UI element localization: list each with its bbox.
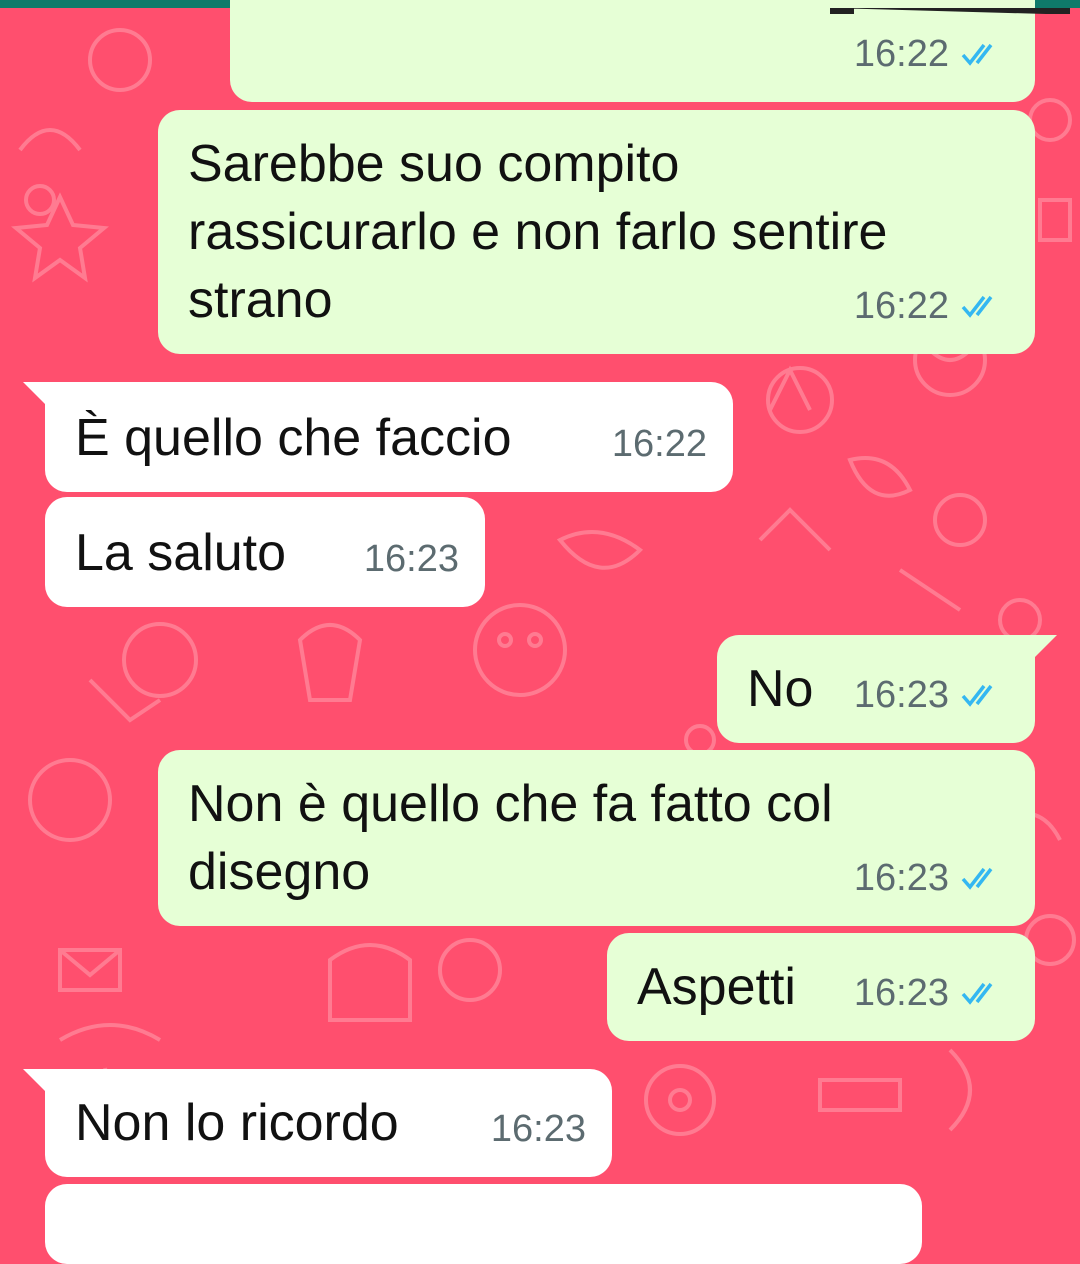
- message-meta: 16:23: [364, 525, 459, 593]
- message-bubble-incoming[interactable]: [45, 1184, 922, 1264]
- message-text: No: [747, 660, 814, 718]
- message-meta: 16:22: [854, 272, 1005, 340]
- message-meta: 16:23: [854, 844, 1005, 912]
- message-bubble-incoming[interactable]: È quello che faccio 16:22: [23, 382, 733, 492]
- message-meta: 16:23: [854, 661, 1005, 729]
- message-bubble-incoming[interactable]: Non lo ricordo 16:23: [23, 1069, 612, 1177]
- message-bubble-outgoing[interactable]: 16:22: [230, 0, 1070, 102]
- double-check-icon: [961, 43, 993, 66]
- message-bubble-outgoing[interactable]: No 16:23: [717, 635, 1057, 743]
- message-meta: 16:23: [491, 1095, 586, 1163]
- cut-off-text-fragment: [830, 8, 1070, 14]
- message-text: È quello che faccio: [75, 409, 512, 467]
- bubble-tail: [23, 1069, 47, 1093]
- message-bubble-incoming[interactable]: La saluto 16:23: [45, 497, 485, 607]
- bubble-tail: [23, 382, 47, 406]
- message-time: 16:22: [853, 33, 949, 75]
- message-time: 16:23: [853, 857, 949, 899]
- message-meta: 16:23: [854, 959, 1005, 1027]
- message-bubble-outgoing[interactable]: Non è quello che fa fatto col disegno 16…: [158, 750, 1035, 926]
- message-time: 16:22: [611, 423, 707, 465]
- message-time: 16:22: [853, 285, 949, 327]
- message-time: 16:23: [490, 1108, 586, 1150]
- double-check-icon: [961, 982, 993, 1005]
- message-time: 16:23: [853, 674, 949, 716]
- message-time: 16:23: [853, 972, 949, 1014]
- message-text: Sarebbe suo compito rassicurarlo e non f…: [188, 135, 888, 329]
- message-text: La saluto: [75, 524, 287, 582]
- message-bubble-outgoing[interactable]: Sarebbe suo compito rassicurarlo e non f…: [158, 110, 1035, 354]
- message-text: Non è quello che fa fatto col disegno: [188, 775, 833, 901]
- message-bubble-outgoing[interactable]: Aspetti 16:23: [607, 933, 1035, 1041]
- message-text: Non lo ricordo: [75, 1094, 399, 1152]
- message-time: 16:23: [363, 538, 459, 580]
- double-check-icon: [961, 867, 993, 890]
- message-text: Aspetti: [637, 958, 796, 1016]
- double-check-icon: [961, 684, 993, 707]
- message-meta: 16:22: [854, 20, 1005, 88]
- bubble-tail: [1033, 635, 1057, 659]
- double-check-icon: [961, 295, 993, 318]
- message-meta: 16:22: [612, 410, 707, 478]
